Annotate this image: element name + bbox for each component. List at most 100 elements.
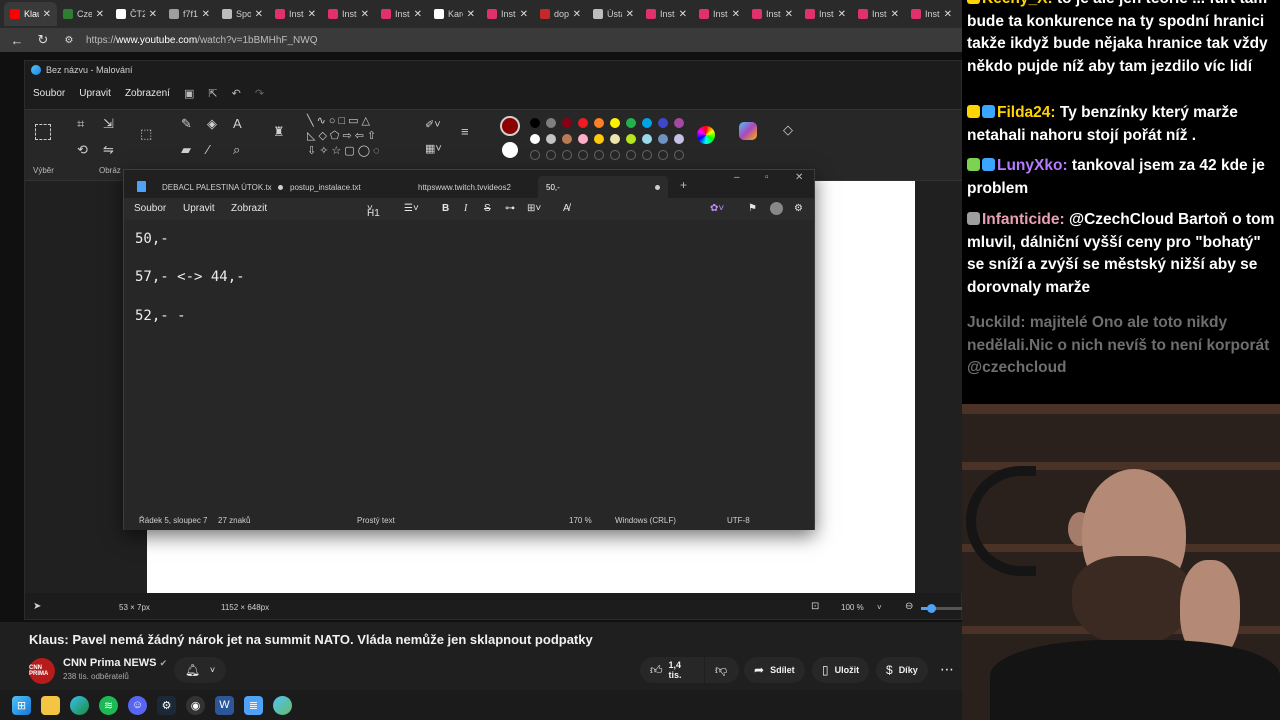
- magnifier-icon[interactable]: ⌕: [233, 142, 240, 158]
- copilot-icon[interactable]: ✿˅: [710, 203, 724, 214]
- tab-close-icon[interactable]: ✕: [467, 9, 475, 20]
- notepad-menu-file[interactable]: Soubor: [134, 203, 166, 214]
- palette-swatch[interactable]: [658, 134, 668, 144]
- browser-tab[interactable]: Insta ✕: [693, 2, 746, 26]
- palette-swatch[interactable]: [546, 118, 556, 128]
- share-button[interactable]: ➦ Sdílet: [744, 657, 805, 683]
- palette-swatch[interactable]: [594, 134, 604, 144]
- browser-tab[interactable]: Insta ✕: [269, 2, 322, 26]
- browser-tab[interactable]: Ústa ✕: [587, 2, 640, 26]
- browser-tab[interactable]: ČT24 ✕: [110, 2, 163, 26]
- fill-icon[interactable]: ◈: [207, 116, 217, 132]
- tab-close-icon[interactable]: ✕: [96, 9, 104, 20]
- browser-tab[interactable]: Insta ✕: [375, 2, 428, 26]
- discord-icon[interactable]: ☺: [128, 695, 147, 715]
- browser-tab[interactable]: Insta ✕: [640, 2, 693, 26]
- browser-tab[interactable]: Insta ✕: [481, 2, 534, 26]
- list-icon[interactable]: ☰˅: [404, 203, 419, 214]
- tab-close-icon[interactable]: ✕: [361, 9, 369, 20]
- brushes-icon[interactable]: ♜: [273, 124, 285, 140]
- url-field[interactable]: https://www.youtube.com/watch?v=1bBMHhF_…: [86, 35, 318, 46]
- tab-close-icon[interactable]: ✕: [308, 9, 316, 20]
- start-icon[interactable]: ⊞: [12, 695, 31, 715]
- image-tools-icon[interactable]: ⬚: [140, 126, 152, 142]
- tab-close-icon[interactable]: ✕: [626, 9, 634, 20]
- palette-swatch[interactable]: [642, 118, 652, 128]
- new-tab-icon[interactable]: +: [680, 178, 687, 192]
- tab-close-icon[interactable]: ✕: [520, 9, 528, 20]
- tab-close-icon[interactable]: ✕: [255, 9, 263, 20]
- zoom-level[interactable]: 100 %: [841, 603, 864, 612]
- size-icon[interactable]: ≡: [461, 124, 469, 139]
- line-ending[interactable]: Windows (CRLF): [615, 516, 676, 525]
- browser-tab[interactable]: Cze ✕: [57, 2, 110, 26]
- custom-color-slot[interactable]: [562, 150, 572, 160]
- strikethrough-icon[interactable]: S: [484, 203, 491, 214]
- tab-close-icon[interactable]: ✕: [944, 9, 952, 20]
- save-icon[interactable]: ▣: [184, 87, 194, 100]
- channel-avatar[interactable]: CNN PRIMA: [29, 658, 55, 684]
- redo-icon[interactable]: ↷: [255, 87, 264, 100]
- color-picker-icon[interactable]: ⁄: [207, 142, 209, 157]
- spotify-icon[interactable]: ≋: [99, 695, 118, 715]
- primary-color[interactable]: [500, 116, 520, 136]
- minimize-icon[interactable]: –: [734, 172, 740, 183]
- browser-tab[interactable]: Spor ✕: [216, 2, 269, 26]
- feedback-icon[interactable]: ⚑: [748, 203, 757, 214]
- paint-menu-file[interactable]: Soubor: [33, 88, 65, 99]
- notepad-tab-4[interactable]: 50,-: [538, 176, 668, 198]
- text-icon[interactable]: A: [233, 116, 242, 131]
- notepad-editor[interactable]: 50,- 57,- <-> 44,- 52,- -: [124, 220, 814, 510]
- notepad-tab-2[interactable]: postup_instalace.txt: [282, 176, 369, 198]
- custom-color-slot[interactable]: [674, 150, 684, 160]
- custom-color-slot[interactable]: [530, 150, 540, 160]
- layers-icon[interactable]: ◇: [783, 122, 793, 138]
- browser-tab[interactable]: Insta ✕: [799, 2, 852, 26]
- more-actions-icon[interactable]: ⋯: [940, 661, 954, 678]
- tab-close-icon[interactable]: ✕: [414, 9, 422, 20]
- paint-menu-view[interactable]: Zobrazení: [125, 88, 170, 99]
- like-button[interactable]: 👍︎ 1,4 tis.: [640, 657, 704, 683]
- zoom-out-icon[interactable]: ⊖: [905, 601, 913, 612]
- word-icon[interactable]: W: [215, 695, 234, 715]
- browser-tab[interactable]: f7f1 ✕: [163, 2, 216, 26]
- resize-icon[interactable]: ⇲: [103, 116, 114, 132]
- palette-swatch[interactable]: [674, 118, 684, 128]
- table-icon[interactable]: ⊞˅: [527, 203, 541, 214]
- palette-swatch[interactable]: [610, 118, 620, 128]
- custom-color-slot[interactable]: [658, 150, 668, 160]
- heading-select[interactable]: H1 ˅: [367, 203, 380, 219]
- palette-swatch[interactable]: [674, 134, 684, 144]
- custom-color-slot[interactable]: [626, 150, 636, 160]
- zoom-slider[interactable]: [921, 604, 962, 613]
- custom-color-slot[interactable]: [546, 150, 556, 160]
- reload-icon[interactable]: ↻: [34, 32, 52, 48]
- edit-colors-icon[interactable]: [697, 126, 715, 144]
- tab-close-icon[interactable]: ✕: [573, 9, 581, 20]
- custom-color-slot[interactable]: [642, 150, 652, 160]
- palette-swatch[interactable]: [530, 118, 540, 128]
- notepad-tab-1[interactable]: DEBACL PALESTINA ÚTOK.tx: [154, 176, 291, 198]
- crop-icon[interactable]: ⌗: [77, 116, 84, 132]
- tab-close-icon[interactable]: ✕: [838, 9, 846, 20]
- back-icon[interactable]: ←: [8, 33, 26, 48]
- dislike-button[interactable]: 👎︎: [705, 657, 739, 683]
- palette-swatch[interactable]: [658, 118, 668, 128]
- subscribe-bell-button[interactable]: 🔔︎ ˅: [174, 657, 226, 683]
- shapes-gallery[interactable]: ╲∿○□▭△ ◺◇⬠⇨⇦⇧ ⇩✧☆▢◯◌: [307, 114, 417, 159]
- eraser-icon[interactable]: ▰: [181, 142, 191, 158]
- notepad-icon[interactable]: ≣: [244, 695, 263, 715]
- tab-close-icon[interactable]: ✕: [785, 9, 793, 20]
- site-info-icon[interactable]: ⚙: [60, 35, 78, 46]
- steam-icon[interactable]: ⚙: [157, 695, 176, 715]
- browser-tab[interactable]: Klau ✕: [4, 2, 57, 26]
- palette-swatch[interactable]: [594, 118, 604, 128]
- palette-swatch[interactable]: [530, 134, 540, 144]
- edge-icon[interactable]: [70, 695, 89, 715]
- zoom-level[interactable]: 170 %: [569, 516, 592, 525]
- browser-tab[interactable]: Inst ✕: [905, 2, 958, 26]
- account-avatar[interactable]: [770, 202, 783, 215]
- palette-swatch[interactable]: [610, 134, 620, 144]
- pencil-icon[interactable]: ✎: [181, 116, 192, 132]
- link-icon[interactable]: ⊶: [505, 203, 515, 214]
